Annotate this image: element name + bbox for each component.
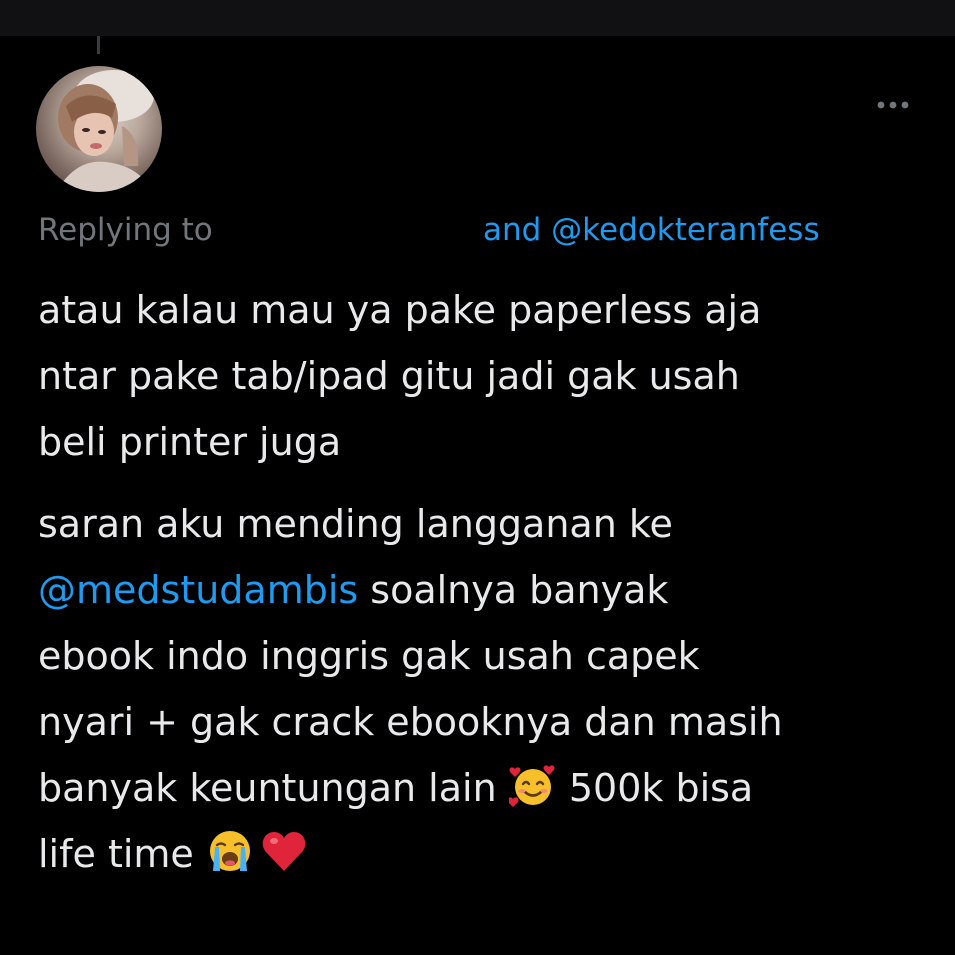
more-horizontal-icon	[877, 101, 909, 109]
tweet-paragraph-1: atau kalau mau ya pake paperless aja nta…	[38, 277, 928, 475]
text-line: ntar pake tab/ipad gitu jadi gak usah	[38, 354, 740, 398]
tweet-text: atau kalau mau ya pake paperless aja nta…	[38, 277, 928, 887]
reply-handles-link[interactable]: and @kedokteranfess	[483, 210, 820, 250]
text-line: life time	[38, 832, 206, 876]
avatar[interactable]	[36, 66, 162, 192]
text-line: soalnya banyak	[358, 568, 669, 612]
text-line: 500k bisa	[556, 766, 754, 810]
loudly-crying-face-icon	[209, 831, 250, 871]
top-bar	[0, 0, 955, 36]
text-line: banyak keuntungan lain	[38, 766, 509, 810]
red-heart-icon	[262, 832, 306, 871]
replying-to-label: Replying to	[38, 212, 213, 248]
thread-connector-line	[97, 36, 100, 54]
text-line: beli printer juga	[38, 420, 342, 464]
text-line: nyari + gak crack ebooknya dan masih	[38, 700, 783, 744]
text-line: saran aku mending langganan ke	[38, 502, 673, 546]
tweet-paragraph-2: saran aku mending langganan ke @medstuda…	[38, 491, 928, 887]
more-options-button[interactable]	[868, 90, 918, 120]
smiling-face-with-hearts-icon	[508, 765, 555, 807]
text-line: atau kalau mau ya pake paperless aja	[38, 288, 762, 332]
replying-to-row: Replying to and @kedokteranfess	[38, 210, 918, 250]
mention-link[interactable]: @medstudambis	[38, 568, 358, 612]
text-line: ebook indo inggris gak usah capek	[38, 634, 700, 678]
